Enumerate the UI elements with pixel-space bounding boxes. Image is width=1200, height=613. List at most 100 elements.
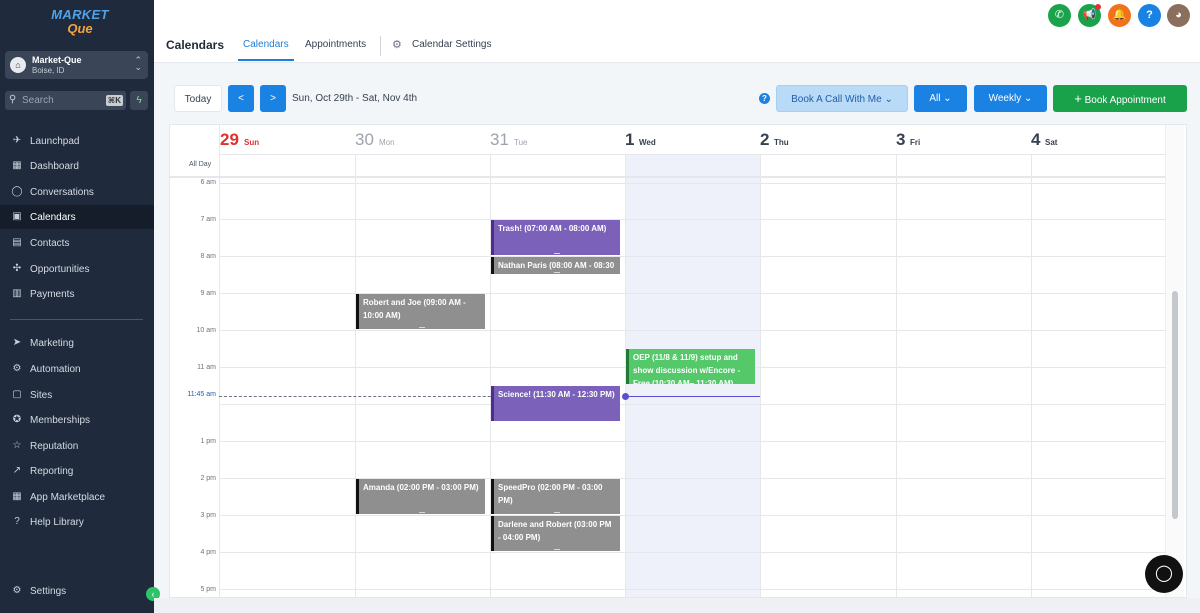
filter-dropdown[interactable]: All ⌄ (914, 85, 967, 112)
resize-handle[interactable] (419, 327, 425, 328)
filter-label: All (929, 93, 941, 104)
day-number: 4 (1031, 130, 1041, 149)
gear-icon: ⚙ (392, 39, 402, 51)
resize-handle[interactable] (554, 272, 560, 273)
sidebar-item-conversations[interactable]: ◯ Conversations (0, 180, 154, 204)
resize-handle[interactable] (419, 512, 425, 513)
calendar-event[interactable]: Amanda (02:00 PM - 03:00 PM) (356, 479, 485, 514)
hour-label: 1 pm (200, 438, 216, 445)
star-icon: ☆ (12, 440, 22, 451)
hour-line (219, 515, 1167, 516)
scrollbar-thumb[interactable] (1172, 291, 1178, 519)
resize-handle[interactable] (554, 253, 560, 254)
sidebar-item-help-library[interactable]: ? Help Library (0, 510, 154, 534)
sidebar-item-marketing[interactable]: ➤ Marketing (0, 331, 154, 355)
view-dropdown[interactable]: Weekly ⌄ (974, 85, 1047, 112)
search-icon: ⚲ (9, 94, 17, 105)
day-of-week: Sat (1045, 138, 1058, 147)
sidebar-item-reputation[interactable]: ☆ Reputation (0, 434, 154, 458)
sidebar-item-reporting[interactable]: ↗ Reporting (0, 459, 154, 483)
hour-label: 11 am (197, 364, 216, 371)
calendar-scrollbar[interactable] (1165, 125, 1184, 597)
today-button[interactable]: Today (174, 85, 222, 112)
calendar-event[interactable]: Science! (11:30 AM - 12:30 PM) (491, 386, 620, 421)
sidebar-item-label: Launchpad (30, 136, 80, 147)
sidebar-item-app-marketplace[interactable]: ▦ App Marketplace (0, 485, 154, 509)
sidebar-item-dashboard[interactable]: ▦ Dashboard (0, 154, 154, 178)
brand-logo[interactable]: MARKET Que (50, 8, 110, 36)
hour-line (219, 552, 1167, 553)
question-icon[interactable]: ? (759, 93, 770, 104)
hour-label: 3 pm (200, 512, 216, 519)
search-box[interactable]: ⚲ ⌘K (5, 91, 126, 110)
resize-handle[interactable] (554, 549, 560, 550)
payments-icon: ▥ (12, 288, 22, 299)
calendar-event[interactable]: OEP (11/8 & 11/9) setup and show discuss… (626, 349, 755, 384)
sidebar-item-label: Opportunities (30, 264, 90, 275)
sidebar-item-label: Reputation (30, 441, 79, 452)
sidebar-item-memberships[interactable]: ✪ Memberships (0, 408, 154, 432)
calendar-event[interactable]: Darlene and Robert (03:00 PM - 04:00 PM) (491, 516, 620, 551)
notification-dot (1095, 4, 1101, 10)
hour-label: 2 pm (200, 475, 216, 482)
hour-line (219, 183, 1167, 184)
prev-week-button[interactable]: < (228, 85, 254, 112)
sidebar-item-launchpad[interactable]: ✈ Launchpad (0, 129, 154, 153)
tab-calendar-settings[interactable]: Calendar Settings (412, 39, 492, 50)
day-divider (1031, 155, 1032, 597)
week-calendar: 29 Sun 30 Mon 31 Tue 1 Wed 2 Thu 3 Fri 4 Sat Al… (169, 124, 1187, 598)
sidebar-item-contacts[interactable]: ▤ Contacts (0, 231, 154, 255)
sidebar-item-label: Payments (30, 289, 75, 300)
chat-widget-button[interactable]: ◯ (1145, 555, 1183, 593)
sidebar-item-opportunities[interactable]: ✣ Opportunities (0, 257, 154, 281)
calendar-event[interactable]: Nathan Paris (08:00 AM - 08:30 (491, 257, 620, 274)
current-time-label: 11:45 am (187, 391, 216, 398)
grid-icon: ▦ (12, 491, 22, 502)
account-switcher[interactable]: ⌂ Market-Que Boise, ID ⌃ ⌄ (5, 51, 148, 79)
sidebar-item-calendars[interactable]: ▣ Calendars (0, 205, 154, 229)
sidebar-item-label: Reporting (30, 466, 74, 477)
next-week-button[interactable]: > (260, 85, 286, 112)
sidebar-item-automation[interactable]: ⚙ Automation (0, 357, 154, 381)
search-input[interactable] (22, 93, 92, 108)
event-title: Darlene and Robert (03:00 PM - 04:00 PM) (498, 520, 612, 542)
book-call-dropdown[interactable]: Book A Call With Me ⌄ (776, 85, 908, 112)
book-appointment-button[interactable]: + Book Appointment (1053, 85, 1187, 112)
sidebar-item-settings[interactable]: ⚙ Settings (0, 579, 154, 603)
trend-icon: ↗ (12, 465, 22, 476)
sidebar-item-label: App Marketplace (30, 492, 106, 503)
day-number: 31 (490, 130, 509, 149)
day-of-week: Thu (774, 138, 789, 147)
day-divider (760, 155, 761, 597)
gutter-divider (219, 125, 220, 597)
all-day-divider (170, 176, 1167, 178)
hour-line (219, 219, 1167, 220)
day-number: 29 (220, 130, 239, 149)
sidebar-item-sites[interactable]: ▢ Sites (0, 383, 154, 407)
resize-handle[interactable] (554, 512, 560, 513)
calendar-event[interactable]: SpeedPro (02:00 PM - 03:00 PM) (491, 479, 620, 514)
calendar-event[interactable]: Robert and Joe (09:00 AM - 10:00 AM) (356, 294, 485, 329)
account-name: Market-Que (32, 55, 82, 65)
phone-icon[interactable]: ✆ (1048, 4, 1071, 27)
top-bar (154, 0, 1200, 63)
quick-action-bolt-icon[interactable]: ϟ (130, 91, 148, 110)
header-line (219, 154, 1167, 155)
logo-line1: MARKET (51, 7, 109, 22)
chevron-down-icon: ⌄ (1024, 93, 1033, 104)
help-circle-icon[interactable]: ? (1138, 4, 1161, 27)
page-title: Calendars (166, 38, 225, 52)
avatar[interactable]: ◕ (1167, 4, 1190, 27)
bell-icon[interactable]: 🔔 (1108, 4, 1131, 27)
current-time-line (625, 396, 760, 397)
tab-calendars[interactable]: Calendars (243, 39, 289, 50)
calendar-event[interactable]: Trash! (07:00 AM - 08:00 AM) (491, 220, 620, 255)
tab-appointments[interactable]: Appointments (305, 39, 366, 50)
contacts-icon: ▤ (12, 237, 22, 248)
sidebar-item-payments[interactable]: ▥ Payments (0, 282, 154, 306)
day-of-week: Sun (244, 138, 260, 147)
event-title: Trash! (07:00 AM - 08:00 AM) (498, 224, 607, 233)
day-of-week: Wed (639, 138, 656, 147)
chat-bubble-icon: ◯ (1155, 565, 1173, 582)
day-number: 3 (896, 130, 906, 149)
